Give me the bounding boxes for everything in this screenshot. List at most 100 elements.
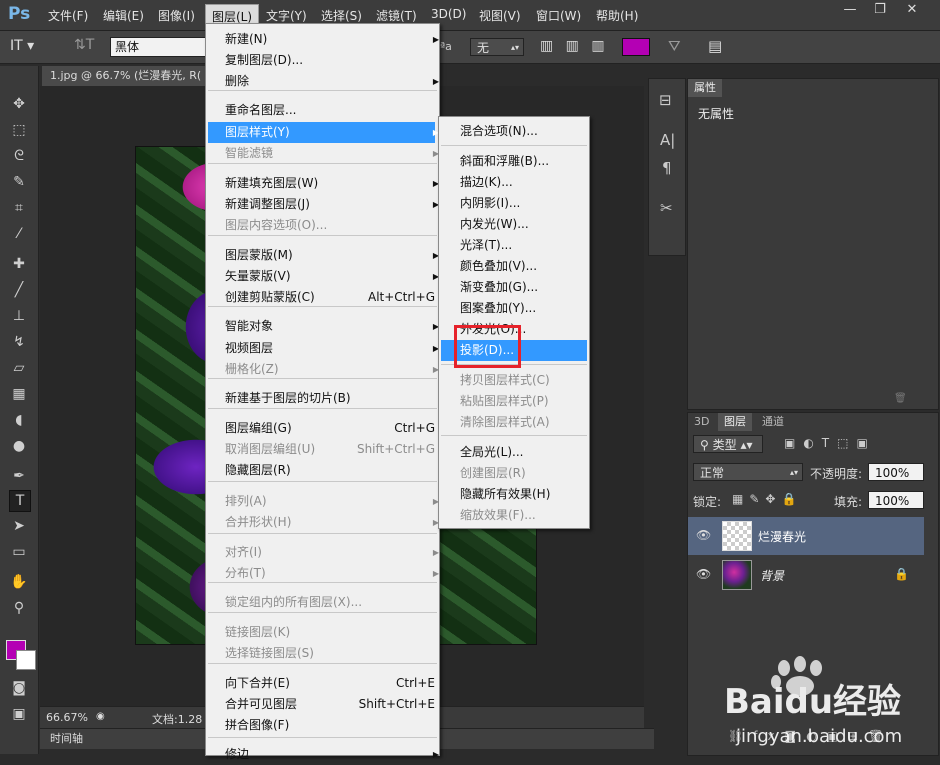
type-tool-icon[interactable]: T — [9, 490, 31, 512]
layer-style-item[interactable]: 隐藏所有效果(H) — [441, 484, 587, 505]
eye-icon[interactable]: 👁 — [696, 567, 711, 581]
paragraph-icon[interactable]: ¶ — [662, 159, 672, 177]
fill-input[interactable]: 100% — [868, 491, 924, 509]
filter-icons[interactable]: ▣◐T⬚▣ — [784, 436, 876, 450]
background-color-swatch[interactable] — [16, 650, 36, 670]
layer-menu-item[interactable]: 重命名图层... — [208, 100, 435, 121]
zoom-tool-icon[interactable]: ⚲ — [9, 598, 29, 618]
layer-menu-item[interactable]: 新建填充图层(W) ▶ — [208, 173, 439, 194]
layer-menu-item[interactable]: 智能滤镜 ▶ — [208, 143, 439, 164]
panels-toggle-icon[interactable]: ▤ — [708, 37, 722, 55]
brush-tool-icon[interactable]: ╱ — [9, 280, 29, 300]
layer-menu-item[interactable]: 排列(A) ▶ — [208, 491, 439, 512]
tool-presets-icon[interactable]: ✂ — [660, 199, 673, 217]
character-icon[interactable]: A| — [660, 131, 675, 149]
tab-properties[interactable]: 属性 — [688, 79, 722, 97]
layer-style-item[interactable]: 混合选项(N)... — [441, 121, 587, 142]
menu-type[interactable]: 文字(Y) — [266, 7, 307, 24]
tab-layers[interactable]: 图层 — [718, 413, 752, 431]
pen-tool-icon[interactable]: ✒ — [9, 466, 29, 486]
menu-help[interactable]: 帮助(H) — [596, 7, 638, 24]
layer-menu-item[interactable]: 视频图层 ▶ — [208, 338, 439, 359]
layer-menu-item[interactable]: 图层内容选项(O)... — [208, 215, 435, 236]
layer-menu-item[interactable]: 图层编组(G) Ctrl+G — [208, 418, 435, 439]
menu-3d[interactable]: 3D(D) — [431, 7, 466, 21]
layer-style-item[interactable]: 内阴影(I)... — [441, 193, 587, 214]
layer-menu-item[interactable]: 对齐(I) ▶ — [208, 542, 439, 563]
eyedropper-tool-icon[interactable]: ⁄ — [9, 224, 29, 244]
layer-menu-item[interactable]: 选择链接图层(S) — [208, 643, 435, 664]
eraser-tool-icon[interactable]: ▱ — [9, 358, 29, 378]
quick-select-tool-icon[interactable]: ✎ — [9, 172, 29, 192]
zoom-level[interactable]: 66.67% — [46, 711, 88, 724]
hand-tool-icon[interactable]: ✋ — [9, 572, 29, 592]
layer-style-item[interactable]: 颜色叠加(V)... — [441, 256, 587, 277]
layer-menu-item[interactable]: 图层样式(Y) ▶ — [208, 122, 439, 143]
gradient-tool-icon[interactable]: ▦ — [9, 384, 29, 404]
layer-row[interactable]: 👁 烂漫春光 — [688, 517, 924, 555]
layer-menu-item[interactable]: 合并可见图层 Shift+Ctrl+E — [208, 694, 435, 715]
blur-tool-icon[interactable]: ◖ — [9, 410, 29, 430]
layer-menu-item[interactable]: 链接图层(K) — [208, 622, 435, 643]
layer-menu-item[interactable]: 矢量蒙版(V) ▶ — [208, 266, 439, 287]
lasso-tool-icon[interactable]: ᘓ — [9, 146, 29, 166]
layer-style-item[interactable]: 内发光(W)... — [441, 214, 587, 235]
menu-view[interactable]: 视图(V) — [479, 7, 521, 24]
layer-style-item[interactable]: 全局光(L)... — [441, 442, 587, 463]
layer-menu-item[interactable]: 拼合图像(F) — [208, 715, 435, 736]
layer-menu-item[interactable]: 图层蒙版(M) ▶ — [208, 245, 439, 266]
close-icon[interactable]: ✕ — [900, 0, 924, 20]
layer-style-item[interactable]: 清除图层样式(A) — [441, 412, 587, 433]
screen-mode-icon[interactable]: ▣ — [9, 704, 29, 724]
history-icon[interactable]: ⊟ — [659, 91, 672, 109]
layer-style-item[interactable]: 渐变叠加(G)... — [441, 277, 587, 298]
layer-menu-item[interactable]: 隐藏图层(R) — [208, 460, 435, 481]
layer-style-item[interactable]: 缩放效果(F)... — [441, 505, 587, 526]
layer-menu-item[interactable]: 复制图层(D)... — [208, 50, 435, 71]
layer-menu-item[interactable]: 创建剪贴蒙版(C) Alt+Ctrl+G — [208, 287, 435, 308]
eye-icon[interactable]: 👁 — [696, 528, 711, 542]
layer-style-item[interactable]: 图案叠加(Y)... — [441, 298, 587, 319]
menu-edit[interactable]: 编辑(E) — [103, 7, 144, 24]
layer-style-item[interactable]: 描边(K)... — [441, 172, 587, 193]
stamp-tool-icon[interactable]: ⊥ — [9, 306, 29, 326]
dodge-tool-icon[interactable]: ● — [9, 436, 29, 456]
menu-file[interactable]: 文件(F) — [48, 7, 88, 24]
layer-name[interactable]: 背景 — [760, 567, 784, 584]
layer-menu-item[interactable]: 新建基于图层的切片(B) — [208, 388, 435, 409]
restore-icon[interactable]: ❐ — [868, 0, 892, 20]
layer-menu-item[interactable]: 向下合并(E) Ctrl+E — [208, 673, 435, 694]
marquee-tool-icon[interactable]: ⬚ — [9, 120, 29, 140]
minimize-icon[interactable]: — — [838, 0, 862, 20]
layer-style-item[interactable]: 光泽(T)... — [441, 235, 587, 256]
quick-mask-icon[interactable]: ◙ — [9, 678, 29, 698]
layer-menu-item[interactable]: 分布(T) ▶ — [208, 563, 439, 584]
healing-tool-icon[interactable]: ✚ — [9, 254, 29, 274]
layer-menu-item[interactable]: 合并形状(H) ▶ — [208, 512, 439, 533]
anti-alias-select[interactable]: 无 ▴▾ — [470, 38, 524, 56]
history-brush-tool-icon[interactable]: ↯ — [9, 332, 29, 352]
font-family-field[interactable]: 黑体 — [110, 37, 208, 57]
orientation-toggle-icon[interactable]: ⇅T — [74, 37, 94, 53]
blend-mode-select[interactable]: 正常 ▴▾ — [693, 463, 803, 481]
document-tab[interactable]: 1.jpg @ 66.7% (烂漫春光, R( — [42, 66, 225, 86]
status-info-icon[interactable]: ◉ — [96, 711, 105, 722]
type-tool-icon[interactable]: IT ▾ — [10, 38, 34, 54]
crop-tool-icon[interactable]: ⌗ — [9, 198, 29, 218]
layer-menu-item[interactable]: 取消图层编组(U) Shift+Ctrl+G — [208, 439, 435, 460]
layer-style-item[interactable]: 粘贴图层样式(P) — [441, 391, 587, 412]
layer-menu-item[interactable]: 新建调整图层(J) ▶ — [208, 194, 439, 215]
menu-window[interactable]: 窗口(W) — [536, 7, 581, 24]
layer-menu-item[interactable]: 智能对象 ▶ — [208, 316, 439, 337]
lock-icons[interactable]: ▦✎✥🔒 — [732, 492, 802, 506]
path-select-tool-icon[interactable]: ➤ — [9, 516, 29, 536]
layer-style-item[interactable]: 拷贝图层样式(C) — [441, 370, 587, 391]
menu-select[interactable]: 选择(S) — [321, 7, 362, 24]
menu-image[interactable]: 图像(I) — [158, 7, 195, 24]
tab-channels[interactable]: 通道 — [756, 413, 790, 431]
align-text-icons[interactable]: ▥ ▥ ▥ — [540, 38, 609, 54]
layer-row[interactable]: 👁 背景 🔒 — [688, 556, 924, 594]
layer-name[interactable]: 烂漫春光 — [758, 528, 806, 545]
layer-menu-item[interactable]: 新建(N) ▶ — [208, 29, 439, 50]
layer-style-item[interactable]: 斜面和浮雕(B)... — [441, 151, 587, 172]
